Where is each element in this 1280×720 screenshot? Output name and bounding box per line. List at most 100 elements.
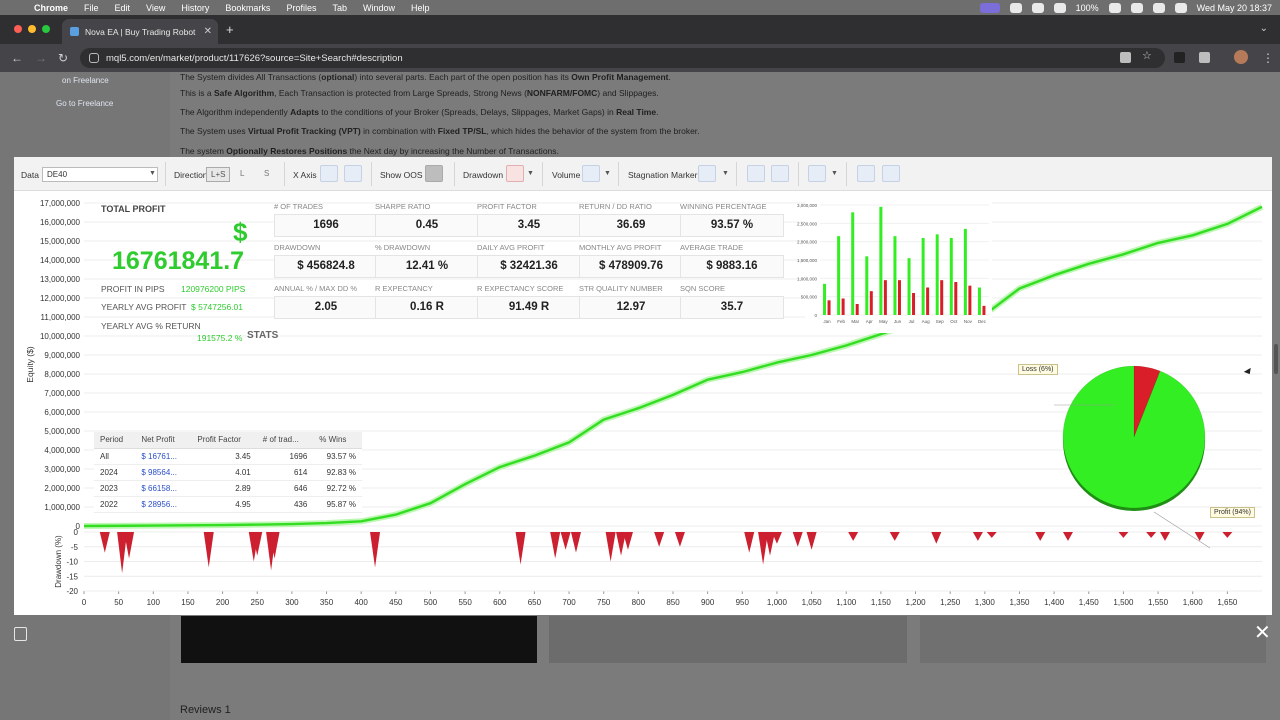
direction-label: Direction — [174, 170, 208, 180]
pie-slice-profit — [1062, 365, 1206, 509]
reviews-heading[interactable]: Reviews 1 — [180, 704, 231, 716]
new-tab-icon[interactable]: + — [226, 22, 234, 37]
close-lightbox-icon[interactable]: ✕ — [1254, 623, 1271, 643]
metric-value: 3.45 — [477, 214, 581, 237]
browser-tab[interactable]: Nova EA | Buy Trading Robot ✕ — [62, 19, 218, 44]
drawdown-chevron-down-icon[interactable]: ▼ — [527, 170, 534, 177]
data-select[interactable]: DE40 — [42, 167, 158, 182]
table-row[interactable]: 2022 $ 28956... 4.95 436 95.87 % — [94, 496, 362, 513]
play-icon[interactable] — [1053, 2, 1066, 13]
equity-y-tick-label: 3,000,000 — [44, 465, 80, 474]
direction-long-short[interactable]: L+S — [206, 167, 231, 182]
multi-chart-icon[interactable] — [882, 165, 900, 182]
menu-help[interactable]: Help — [403, 3, 438, 13]
stagnation-marker-icon[interactable] — [698, 165, 716, 182]
search-icon[interactable] — [1152, 2, 1165, 13]
cell-net-profit[interactable]: $ 98564... — [135, 464, 192, 481]
bookmark-star-icon[interactable]: ☆ — [1142, 49, 1153, 62]
col-net-profit[interactable]: Net Profit — [135, 432, 192, 449]
bar-chart-view-icon[interactable] — [747, 165, 765, 182]
x-axis-trades-icon[interactable] — [320, 165, 338, 182]
address-bar[interactable]: mql5.com/en/market/product/117626?source… — [80, 48, 1165, 68]
chrome-status-icon[interactable] — [1009, 2, 1022, 13]
close-window-button[interactable] — [14, 25, 22, 33]
compare-chart-icon[interactable] — [857, 165, 875, 182]
battery-icon[interactable] — [1108, 2, 1121, 13]
menu-view[interactable]: View — [138, 3, 173, 13]
direction-long[interactable]: L — [236, 167, 248, 182]
col-period[interactable]: Period — [94, 432, 136, 449]
cell-net-profit[interactable]: $ 28956... — [135, 496, 192, 513]
back-icon[interactable]: ← — [11, 51, 23, 65]
install-app-icon[interactable] — [1120, 52, 1131, 63]
equity-axis-label: Equity ($) — [25, 346, 35, 383]
screenshot-thumbnail-3[interactable] — [920, 616, 1266, 663]
menu-bookmarks[interactable]: Bookmarks — [217, 3, 278, 13]
stagnation-chevron-down-icon[interactable]: ▼ — [722, 170, 729, 177]
metric-label: R EXPECTANCY SCORE — [477, 284, 564, 293]
screenshot-thumbnail-1[interactable] — [181, 616, 537, 663]
profile-avatar[interactable] — [1234, 50, 1248, 64]
metric-card: DAILY AVG PROFIT $ 32421.36 — [477, 243, 581, 281]
page-scrollbar[interactable] — [1274, 344, 1278, 374]
monthly-profit-bar — [837, 236, 841, 315]
screenshot-thumbnail-2[interactable] — [549, 616, 907, 663]
control-center-icon[interactable] — [1174, 2, 1187, 13]
menu-profiles[interactable]: Profiles — [278, 3, 324, 13]
forward-icon[interactable]: → — [35, 51, 47, 65]
col-wins[interactable]: % Wins — [313, 432, 362, 449]
extensions-puzzle-icon[interactable] — [1199, 52, 1210, 63]
line-chart-view-icon[interactable] — [771, 165, 789, 182]
extension-icon[interactable] — [1174, 52, 1185, 63]
data-chevron-down-icon: ▼ — [149, 170, 156, 177]
cell-trades: 1696 — [256, 448, 314, 465]
x-tick-label: 750 — [597, 598, 611, 607]
x-axis-time-icon[interactable] — [344, 165, 362, 182]
monthly-loss-bar — [869, 291, 873, 315]
x-tick-label: 500 — [424, 598, 438, 607]
monthly-profit-bar — [935, 234, 939, 315]
equity-view-chevron-down-icon[interactable]: ▼ — [831, 170, 838, 177]
reload-icon[interactable]: ↻ — [58, 51, 68, 65]
minimize-window-button[interactable] — [28, 25, 36, 33]
cell-net-profit[interactable]: $ 66158... — [135, 480, 192, 497]
site-info-icon[interactable] — [89, 53, 99, 63]
col-trades[interactable]: # of trad... — [256, 432, 314, 449]
go-to-freelance-link[interactable]: Go to Freelance — [56, 99, 113, 108]
monthly-x-tick-label: Sep — [936, 319, 945, 324]
browser-menu-icon[interactable]: ⋮ — [1262, 51, 1274, 65]
menu-app-name[interactable]: Chrome — [26, 3, 76, 13]
cell-net-profit[interactable]: $ 16761... — [135, 448, 192, 465]
volume-icon[interactable] — [582, 165, 600, 182]
zoom-window-button[interactable] — [42, 25, 50, 33]
wifi-icon[interactable] — [1130, 2, 1143, 13]
equity-y-tick-label: 14,000,000 — [40, 256, 81, 265]
table-row[interactable]: 2023 $ 66158... 2.89 646 92.72 % — [94, 480, 362, 497]
metric-value: $ 32421.36 — [477, 255, 581, 278]
data-label: Data — [21, 170, 39, 180]
table-row[interactable]: All $ 16761... 3.45 1696 93.57 % — [94, 448, 362, 465]
tab-close-icon[interactable]: ✕ — [204, 26, 212, 37]
monthly-loss-bar — [855, 304, 859, 315]
metric-label: % DRAWDOWN — [375, 243, 431, 252]
tab-search-chevron-icon[interactable]: ⌄ — [1260, 23, 1268, 34]
menu-history[interactable]: History — [173, 3, 217, 13]
save-image-icon[interactable] — [14, 627, 27, 641]
monthly-loss-bar — [982, 305, 986, 315]
monthly-x-tick-label: Dec — [978, 319, 987, 324]
menu-file[interactable]: File — [76, 3, 107, 13]
direction-short[interactable]: S — [260, 167, 273, 182]
equity-view-icon[interactable] — [808, 165, 826, 182]
col-profit-factor[interactable]: Profit Factor — [191, 432, 257, 449]
menu-tab[interactable]: Tab — [324, 3, 355, 13]
table-row[interactable]: 2024 $ 98564... 4.01 614 92.83 % — [94, 464, 362, 481]
menu-edit[interactable]: Edit — [107, 3, 139, 13]
menu-window[interactable]: Window — [355, 3, 403, 13]
controls-divider — [542, 162, 543, 186]
clock[interactable]: Wed May 20 18:37 — [1197, 3, 1272, 13]
sync-icon[interactable] — [1031, 2, 1044, 13]
volume-chevron-down-icon[interactable]: ▼ — [604, 170, 611, 177]
show-oos-toggle-icon[interactable] — [425, 165, 443, 182]
drawdown-icon[interactable] — [506, 165, 524, 182]
screen-record-icon[interactable] — [979, 2, 1000, 13]
